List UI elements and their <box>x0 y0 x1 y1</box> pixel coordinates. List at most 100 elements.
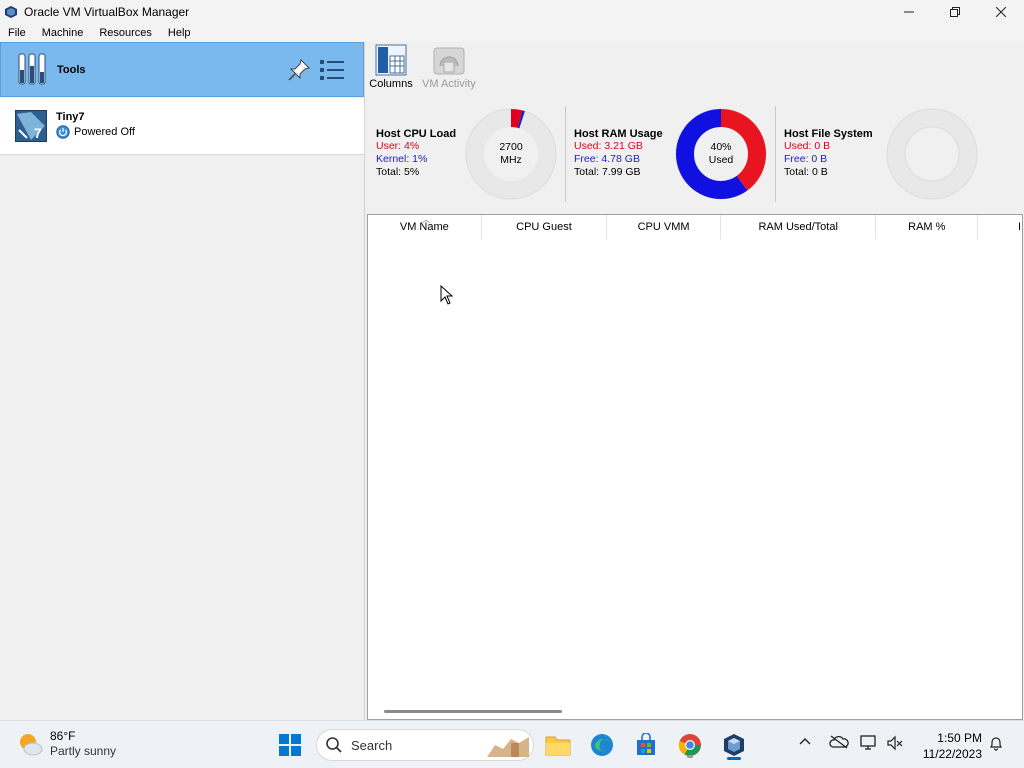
ram-center-unit: Used <box>708 154 734 166</box>
fs-donut <box>886 108 978 200</box>
partly-sunny-icon <box>20 734 43 756</box>
show-hidden-icons[interactable] <box>798 735 812 752</box>
vm-resources-table[interactable]: ︿ VM Name CPU Guest CPU VMM RAM Used/Tot… <box>367 214 1023 720</box>
windows-start-icon <box>279 734 301 756</box>
ram-donut: 40% Used <box>675 108 767 200</box>
columns-icon <box>375 44 407 76</box>
weather-temp: 86°F <box>50 729 76 743</box>
vm-state-label: Powered Off <box>74 126 135 138</box>
tools-label: Tools <box>57 64 86 76</box>
vm-state: Powered Off <box>56 125 135 139</box>
taskbar-virtualbox[interactable] <box>718 729 750 761</box>
clock[interactable]: 1:50 PM 11/22/2023 <box>912 730 982 762</box>
separator <box>775 106 776 202</box>
clock-date: 11/22/2023 <box>922 747 982 761</box>
pin-icon[interactable] <box>286 57 312 83</box>
microsoft-store-icon <box>637 733 655 755</box>
edge-icon <box>591 734 613 756</box>
cpu-total: Total: 5% <box>376 166 420 178</box>
table-header: ︿ VM Name CPU Guest CPU VMM RAM Used/Tot… <box>368 215 1022 239</box>
speaker-muted-icon <box>887 735 903 751</box>
fs-title: Host File System <box>784 128 873 140</box>
onedrive-tray[interactable] <box>829 735 849 752</box>
search-highlight-icon <box>487 737 529 757</box>
mouse-cursor-icon <box>440 285 454 305</box>
network-tray[interactable] <box>860 735 878 754</box>
ram-center-value: 40% <box>710 141 732 153</box>
window-title: Oracle VM VirtualBox Manager <box>24 4 190 19</box>
cpu-center-value: 2700 <box>499 141 523 153</box>
notifications-button[interactable] <box>988 735 1004 754</box>
svg-text:7: 7 <box>34 125 42 141</box>
file-explorer-icon <box>545 736 571 756</box>
col-more[interactable]: I <box>978 215 1022 239</box>
tools-icon <box>18 53 46 85</box>
menu-machine[interactable]: Machine <box>34 27 92 39</box>
menu-help[interactable]: Help <box>160 27 199 39</box>
horizontal-scrollbar[interactable] <box>384 710 562 713</box>
columns-label: Columns <box>369 78 413 90</box>
col-ram-percent[interactable]: RAM % <box>876 215 979 239</box>
fs-used: Used: 0 B <box>784 140 831 152</box>
search-icon <box>326 737 342 753</box>
chevron-up-icon <box>799 738 811 745</box>
taskbar-file-explorer[interactable] <box>542 729 574 761</box>
ram-total: Total: 7.99 GB <box>574 166 641 178</box>
weather-widget[interactable]: 86°F Partly sunny <box>16 729 116 759</box>
cpu-user: User: 4% <box>376 140 420 152</box>
col-ram-used-total[interactable]: RAM Used/Total <box>721 215 877 239</box>
col-cpu-guest[interactable]: CPU Guest <box>482 215 608 239</box>
virtualbox-app-icon <box>5 5 17 18</box>
resources-pane: Columns VM Activity Host CPU Load User: … <box>366 42 1024 720</box>
clock-time: 1:50 PM <box>937 731 982 745</box>
col-cpu-vmm[interactable]: CPU VMM <box>607 215 721 239</box>
power-off-icon <box>56 125 70 139</box>
active-indicator <box>727 757 741 760</box>
col-vm-name[interactable]: ︿ VM Name <box>368 215 482 239</box>
start-button[interactable] <box>274 729 306 761</box>
vm-activity-icon <box>433 47 465 75</box>
vm-activity-button[interactable]: VM Activity <box>422 44 476 90</box>
bell-icon <box>990 737 1002 751</box>
cloud-offline-icon <box>829 735 849 749</box>
menu-file[interactable]: File <box>0 27 34 39</box>
title-bar: Oracle VM VirtualBox Manager <box>0 0 1024 23</box>
fs-total: Total: 0 B <box>784 166 828 178</box>
ram-title: Host RAM Usage <box>574 128 663 140</box>
virtualbox-icon <box>724 734 744 756</box>
close-button[interactable] <box>978 0 1024 23</box>
weather-condition: Partly sunny <box>50 744 117 758</box>
menu-resources[interactable]: Resources <box>91 27 160 39</box>
cpu-title: Host CPU Load <box>376 128 457 140</box>
separator <box>565 106 566 202</box>
menu-bar: File Machine Resources Help <box>0 23 1024 42</box>
vm-item-tiny7[interactable]: 7 Tiny7 Powered Off <box>0 98 364 155</box>
ram-used: Used: 3.21 GB <box>574 140 643 152</box>
chrome-icon <box>678 734 701 756</box>
vm-name: Tiny7 <box>56 111 85 123</box>
volume-tray[interactable] <box>886 735 904 754</box>
machine-list-pane: Tools 7 Tiny7 Powered Off <box>0 42 365 720</box>
columns-button[interactable]: Columns <box>368 44 414 90</box>
fs-ring-chart <box>886 108 978 200</box>
cpu-stats: Host CPU Load User: 4% Kernel: 1% Total:… <box>376 108 456 179</box>
list-view-icon[interactable] <box>319 57 345 83</box>
taskbar-edge[interactable] <box>586 729 618 761</box>
fs-free: Free: 0 B <box>784 153 828 165</box>
minimize-button[interactable] <box>886 0 932 23</box>
restore-button[interactable] <box>932 0 978 23</box>
network-icon <box>860 735 876 750</box>
taskbar: 86°F Partly sunny Search 1:50 PM 11/22/2… <box>0 720 1024 768</box>
fs-stats: Host File System Used: 0 B Free: 0 B Tot… <box>784 108 873 179</box>
taskbar-chrome[interactable] <box>674 729 706 761</box>
search-label: Search <box>351 737 393 753</box>
sort-ascending-icon: ︿ <box>422 215 430 224</box>
taskbar-search[interactable]: Search <box>316 729 534 761</box>
cpu-kernel: Kernel: 1% <box>376 153 428 165</box>
ram-stats: Host RAM Usage Used: 3.21 GB Free: 4.78 … <box>574 108 663 179</box>
taskbar-store[interactable] <box>630 729 662 761</box>
running-indicator <box>687 755 693 758</box>
cpu-donut: 2700 MHz <box>465 108 557 200</box>
cpu-center-unit: MHz <box>500 154 522 166</box>
tools-item[interactable]: Tools <box>0 42 364 97</box>
